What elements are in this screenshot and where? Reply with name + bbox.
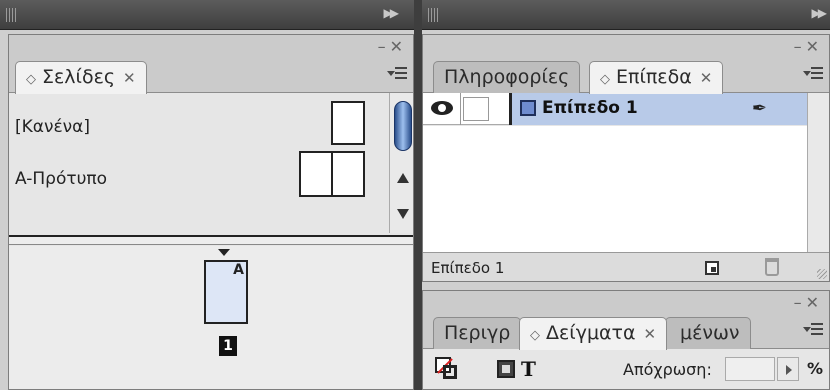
stroke-icon [443,365,457,379]
close-icon[interactable]: ✕ [806,37,823,56]
tint-input[interactable] [725,357,775,381]
layers-status-label: Επίπεδο 1 [431,259,505,277]
pages-panel: –✕ ◇ Σελίδες ✕ [Κανένα] A-Πρότυπο A 1 [8,34,414,390]
menu-arrow-icon [803,327,811,332]
current-spread-indicator-icon [218,249,230,256]
master-item-a[interactable]: A-Πρότυπο [9,151,389,211]
swatches-panel: –✕ Περιγρ μένων ◇ Δείγματα ✕ T Απόχρωση: % [422,290,830,390]
tab-close-icon[interactable]: ✕ [700,69,713,87]
fill-stroke-icon[interactable] [435,357,459,381]
menu-lines-icon [395,67,407,81]
tab-layers[interactable]: ◇ Επίπεδα ✕ [589,61,724,94]
master-thumbnail-left[interactable] [299,151,333,197]
tab-swatches[interactable]: ◇ Δείγματα ✕ [519,317,668,350]
master-prefix: A [233,262,244,278]
new-layer-icon[interactable] [705,261,719,275]
panel-menu-button[interactable] [803,63,823,87]
pages-divider[interactable] [9,235,413,245]
scroll-down-icon[interactable] [397,209,409,219]
layers-panel-header: –✕ Πληροφορίες ◇ Επίπεδα ✕ [423,35,829,94]
menu-arrow-icon [387,71,395,76]
layers-scrollbar[interactable] [807,93,829,253]
tab-info[interactable]: Πληροφορίες [433,61,581,93]
visibility-toggle[interactable] [423,93,461,125]
pages-panel-header: –✕ ◇ Σελίδες ✕ [9,35,413,94]
minimize-icon[interactable]: – [794,37,806,56]
formatting-container-icon[interactable] [497,360,515,378]
layers-footer: Επίπεδο 1 [423,252,829,281]
menu-arrow-icon [803,71,811,76]
panel-window-controls: –✕ [794,38,823,56]
dock-divider[interactable] [414,0,422,390]
swatch-toolbar: T Απόχρωση: % [423,349,829,389]
left-dock-bar: ▶▶ [0,0,414,30]
tint-unit: % [807,359,824,378]
masters-scrollbar[interactable] [389,93,413,233]
master-item-none[interactable]: [Κανένα] [9,95,389,155]
tint-stepper-button[interactable] [777,357,799,381]
menu-lines-icon [811,323,823,337]
collapse-dock-icon[interactable]: ▶▶ [812,6,828,20]
layer-color-swatch [520,100,536,116]
tab-close-icon[interactable]: ✕ [123,69,136,87]
pen-nib-icon: ✒ [751,98,767,119]
panel-window-controls: –✕ [794,294,823,312]
tab-expand-icon[interactable]: ◇ [26,72,36,87]
tab-close-icon[interactable]: ✕ [644,325,657,343]
resize-grip-icon[interactable] [817,269,827,279]
tab-label: Περιγρ [444,322,511,344]
tint-label: Απόχρωση: [623,360,712,379]
panel-window-controls: –✕ [378,38,407,56]
master-label: A-Πρότυπο [15,169,108,189]
menu-lines-icon [811,67,823,81]
tab-label: Πληροφορίες [444,66,570,88]
tab-label: Σελίδες [42,66,115,88]
page-thumbnail[interactable]: A [204,260,248,324]
tab-label: Επίπεδα [616,66,692,88]
eye-icon [431,101,453,115]
layer-name-cell[interactable]: Επίπεδο 1 ✒ [509,93,807,125]
master-thumbnail[interactable] [331,101,365,145]
master-label: [Κανένα] [15,117,91,137]
page-number-label: 1 [219,336,237,356]
tab-pages[interactable]: ◇ Σελίδες ✕ [15,61,147,94]
minimize-icon[interactable]: – [794,293,806,312]
dock-grip-icon[interactable] [428,8,438,22]
panel-menu-button[interactable] [803,319,823,343]
document-pages-area: A 1 [9,246,413,389]
close-icon[interactable]: ✕ [390,37,407,56]
tab-expand-icon[interactable]: ◇ [600,72,610,87]
swatches-panel-header: –✕ Περιγρ μένων ◇ Δείγματα ✕ [423,291,829,350]
lock-toggle[interactable] [463,97,489,121]
layer-name: Επίπεδο 1 [542,98,638,118]
tab-label: Δείγματα [546,322,636,344]
tab-label: μένων [680,322,740,344]
collapse-dock-icon[interactable]: ▶▶ [384,6,400,20]
right-dock-bar: ▶▶ [422,0,830,30]
layer-row[interactable]: Επίπεδο 1 ✒ [423,93,807,125]
tab-character-styles[interactable]: μένων [665,317,751,349]
scroll-thumb[interactable] [394,101,412,151]
close-icon[interactable]: ✕ [806,293,823,312]
trash-icon[interactable] [765,258,779,276]
minimize-icon[interactable]: – [378,37,390,56]
panel-menu-button[interactable] [387,63,407,87]
layers-list-empty-area [423,126,807,252]
master-thumbnail-right[interactable] [331,151,365,197]
dock-grip-icon[interactable] [6,8,16,22]
layers-panel: –✕ Πληροφορίες ◇ Επίπεδα ✕ Επίπεδο 1 ✒ Επί… [422,34,830,282]
scroll-up-icon[interactable] [397,173,409,183]
tab-expand-icon[interactable]: ◇ [530,328,540,343]
formatting-text-icon[interactable]: T [521,357,536,381]
tab-paragraph-styles[interactable]: Περιγρ [433,317,522,349]
